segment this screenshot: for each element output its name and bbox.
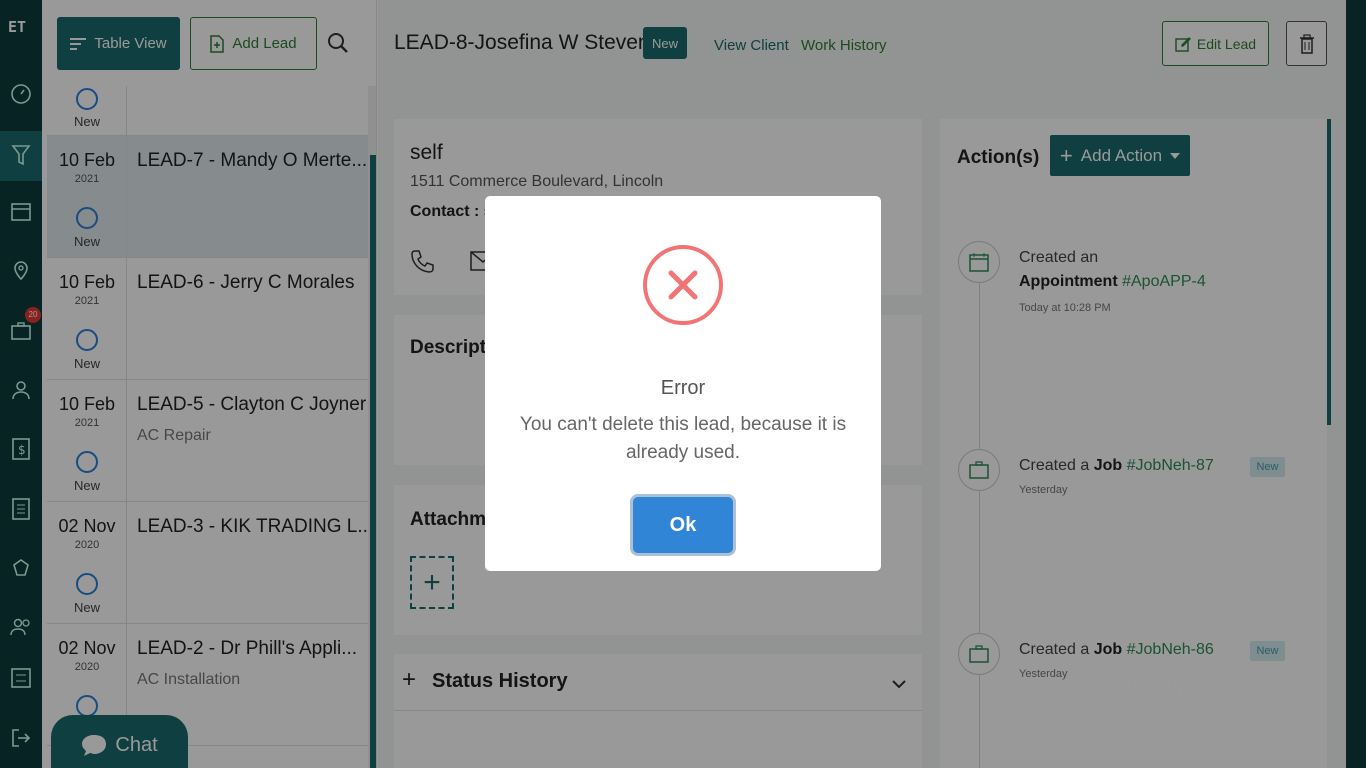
error-x-icon bbox=[643, 236, 723, 334]
error-dialog: Error You can't delete this lead, becaus… bbox=[485, 196, 881, 571]
windows-watermark-text: Go to Settings to activate Windows. bbox=[1073, 705, 1310, 722]
windows-watermark-title: Activate Windows bbox=[1073, 674, 1247, 699]
ok-button[interactable]: Ok bbox=[633, 497, 733, 553]
dialog-message: You can't delete this lead, because it i… bbox=[519, 414, 847, 463]
dialog-title: Error bbox=[660, 377, 706, 399]
